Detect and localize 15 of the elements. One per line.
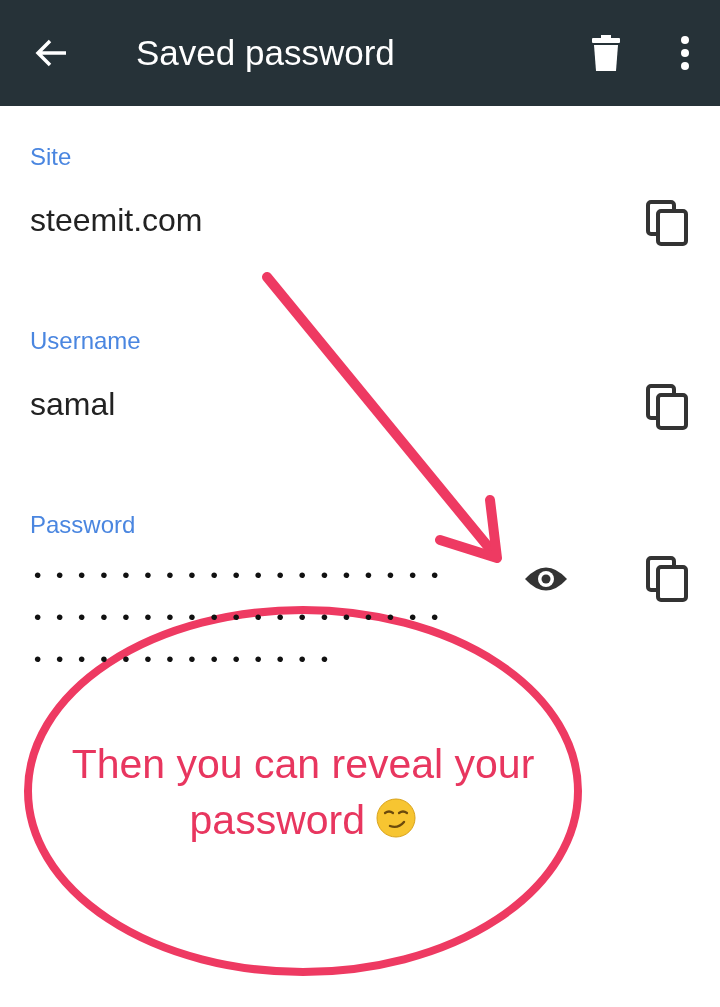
- field-label: Site: [30, 142, 73, 172]
- back-arrow-icon[interactable]: [34, 38, 68, 68]
- copy-icon[interactable]: [646, 556, 688, 602]
- more-options-icon[interactable]: [680, 36, 690, 70]
- smiling-face-icon: [376, 798, 417, 838]
- page-title: Saved password: [136, 31, 395, 74]
- field-value: steemit.com: [30, 201, 203, 240]
- annotation-text: Then you can reveal your password: [70, 740, 536, 845]
- copy-icon[interactable]: [646, 384, 688, 430]
- copy-icon[interactable]: [646, 200, 688, 246]
- field-label: Password: [30, 510, 137, 540]
- field-label: Username: [30, 326, 142, 356]
- trash-icon[interactable]: [592, 35, 620, 71]
- field-value: samal: [30, 385, 116, 424]
- show-password-icon[interactable]: [524, 566, 568, 592]
